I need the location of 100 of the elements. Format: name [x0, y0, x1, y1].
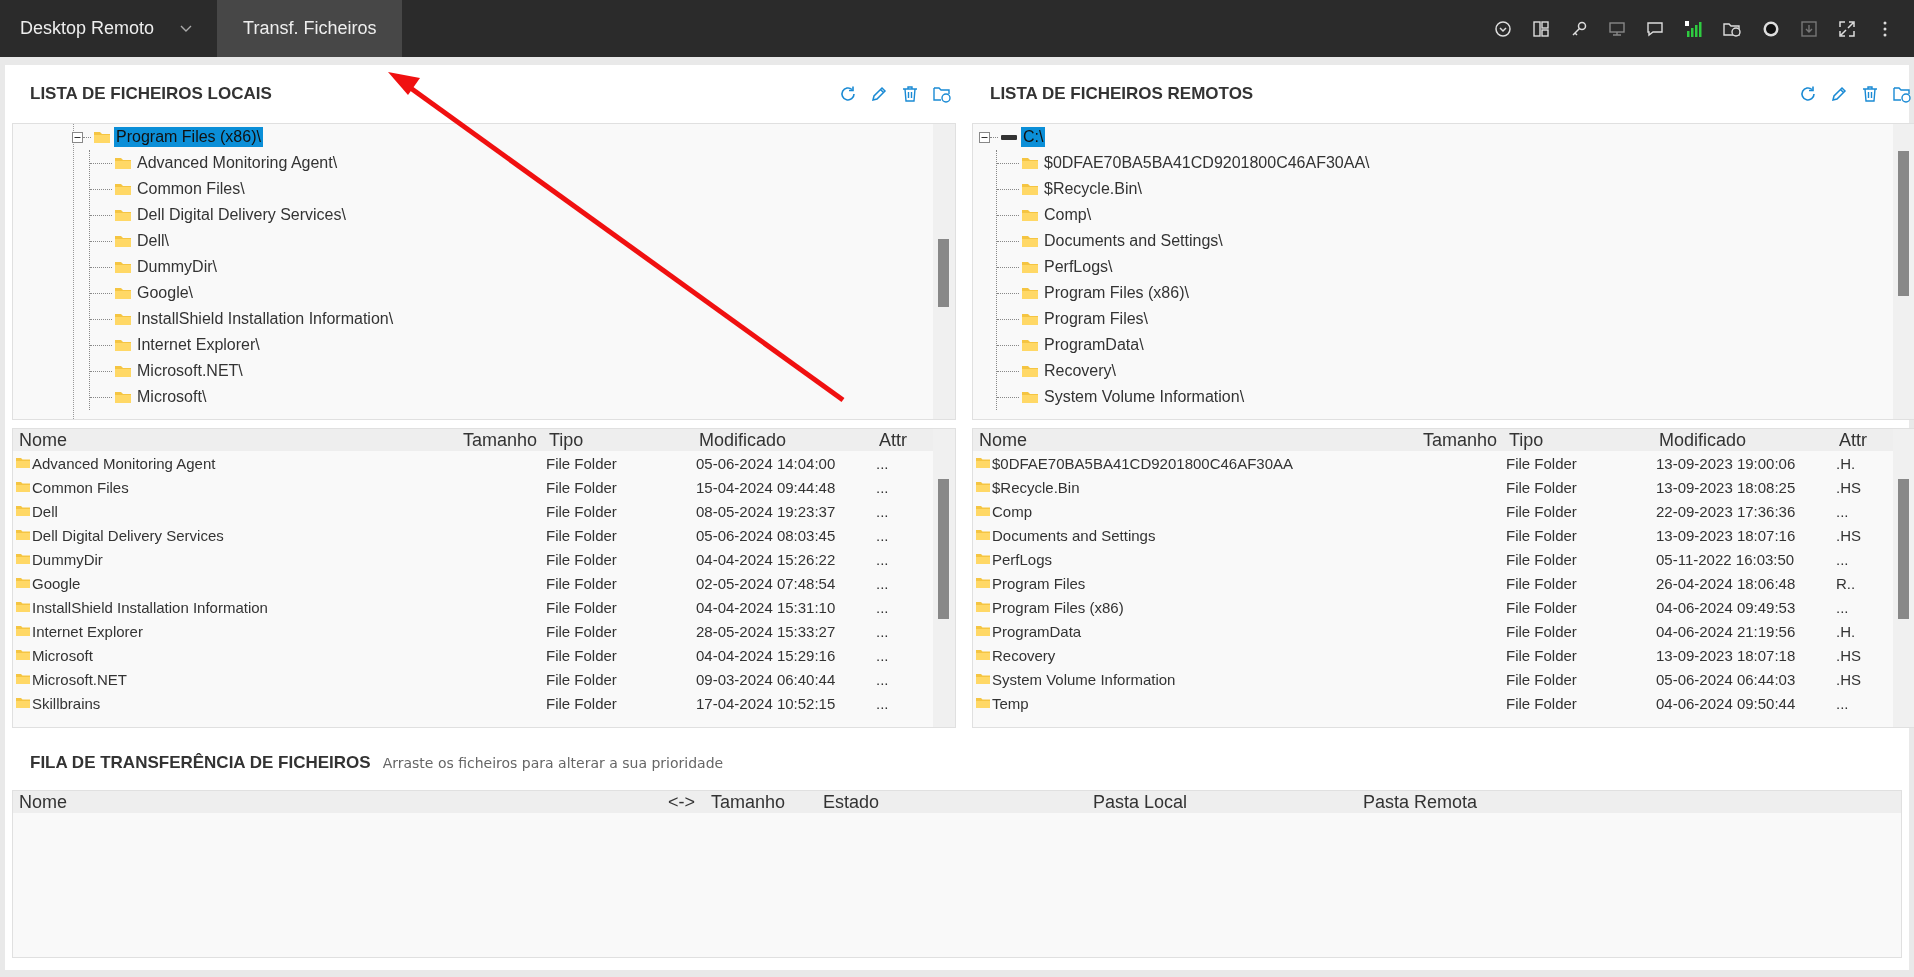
signal-icon[interactable]: [1684, 19, 1702, 38]
column-header[interactable]: Tamanho: [711, 792, 786, 813]
column-header[interactable]: Pasta Remota: [1363, 792, 1478, 813]
file-name: $Recycle.Bin: [992, 478, 1080, 496]
column-header[interactable]: <->: [668, 792, 696, 813]
scrollbar-thumb[interactable]: [1898, 479, 1909, 619]
column-header[interactable]: Modificado: [1653, 430, 1833, 451]
tree-item[interactable]: Dell Digital Delivery Services\: [135, 205, 348, 225]
file-type: File Folder: [1505, 454, 1578, 472]
refresh-icon[interactable]: [839, 85, 857, 103]
tree-item[interactable]: Program Files (x86)\: [114, 127, 263, 147]
refresh-icon[interactable]: [1799, 85, 1817, 103]
tree-item[interactable]: Program Files\: [1042, 309, 1151, 329]
tab[interactable]: Transf. Ficheiros: [217, 0, 403, 57]
tree-item[interactable]: $0DFAE70BA5BA41CD9201800C46AF30AA\: [1042, 153, 1372, 173]
column-header[interactable]: Attr: [1833, 430, 1893, 451]
folder-icon: [93, 130, 111, 144]
tree-item[interactable]: Common Files\: [135, 179, 247, 199]
folder-icon: [1021, 286, 1039, 300]
tree-item[interactable]: Microsoft.NET\: [135, 361, 245, 381]
modified-date: 02-05-2024 07:48:54: [695, 574, 837, 592]
download-icon[interactable]: [1800, 19, 1818, 38]
folder-icon: [976, 673, 990, 685]
edit-icon[interactable]: [870, 85, 888, 103]
scrollbar-thumb[interactable]: [1898, 151, 1909, 296]
tree-item[interactable]: Dell\: [135, 231, 171, 251]
collapse-icon[interactable]: [979, 131, 990, 143]
tree-item[interactable]: Advanced Monitoring Agent\: [135, 153, 340, 173]
key-icon[interactable]: [1570, 19, 1588, 38]
folder-icon: [114, 260, 132, 274]
modified-date: 04-04-2024 15:29:16: [695, 646, 837, 664]
tree-item[interactable]: DummyDir\: [135, 257, 219, 277]
column-header[interactable]: Nome: [973, 430, 1403, 451]
folder-sync-icon[interactable]: [932, 85, 952, 103]
folder-icon: [114, 286, 132, 300]
column-header[interactable]: Tipo: [543, 430, 693, 451]
trash-icon[interactable]: [1861, 85, 1879, 103]
monitor-icon[interactable]: [1608, 19, 1626, 38]
chevron-circle-icon[interactable]: [1494, 19, 1512, 38]
chat-icon[interactable]: [1646, 19, 1664, 38]
column-header[interactable]: Pasta Local: [1093, 792, 1188, 813]
tab[interactable]: Desktop Remoto: [0, 0, 218, 57]
folder-icon: [16, 649, 30, 661]
tree-item[interactable]: Internet Explorer\: [135, 335, 262, 355]
tree-item[interactable]: Microsoft\: [135, 387, 209, 407]
scrollbar-thumb[interactable]: [938, 239, 949, 307]
tree-item[interactable]: InstallShield Installation Information\: [135, 309, 396, 329]
layout-icon[interactable]: [1532, 19, 1550, 38]
file-attributes: .HS: [1835, 478, 1862, 496]
modified-date: 04-04-2024 15:31:10: [695, 598, 837, 616]
scrollbar-thumb[interactable]: [938, 479, 949, 619]
file-attributes: ...: [875, 670, 890, 688]
file-type: File Folder: [1505, 502, 1578, 520]
tree-item[interactable]: Documents and Settings\: [1042, 231, 1225, 251]
file-name: Program Files: [992, 574, 1086, 592]
folder-sync-icon[interactable]: [1892, 85, 1912, 103]
column-header[interactable]: Tamanho: [1403, 430, 1503, 451]
tree-item[interactable]: Program Files (x86)\: [1042, 283, 1191, 303]
edit-icon[interactable]: [1830, 85, 1848, 103]
modified-date: 13-09-2023 18:07:18: [1655, 646, 1797, 664]
file-type: File Folder: [545, 454, 618, 472]
file-type: File Folder: [1505, 670, 1578, 688]
column-header[interactable]: Nome: [19, 792, 67, 813]
tree-item[interactable]: System Volume Information\: [1042, 387, 1247, 407]
column-header[interactable]: Tamanho: [443, 430, 543, 451]
tree-item[interactable]: Google\: [135, 283, 196, 303]
file-name: Program Files (x86): [992, 598, 1124, 616]
column-header[interactable]: Attr: [873, 430, 933, 451]
modified-date: 04-06-2024 09:49:53: [1655, 598, 1797, 616]
column-header[interactable]: Modificado: [693, 430, 873, 451]
column-header[interactable]: Nome: [13, 430, 443, 451]
tree-item[interactable]: PerfLogs\: [1042, 257, 1115, 277]
tree-item[interactable]: Recovery\: [1042, 361, 1119, 381]
trash-icon[interactable]: [901, 85, 919, 103]
folder-icon: [1021, 182, 1039, 196]
tree-item[interactable]: C:\: [1021, 127, 1046, 147]
tree-item[interactable]: ProgramData\: [1042, 335, 1146, 355]
tree-item[interactable]: $Recycle.Bin\: [1042, 179, 1144, 199]
file-type: File Folder: [545, 646, 618, 664]
folder-icon: [1021, 338, 1039, 352]
file-attributes: ...: [875, 502, 890, 520]
column-header[interactable]: Estado: [823, 792, 880, 813]
file-attributes: .HS: [1835, 670, 1862, 688]
modified-date: 05-06-2024 06:44:03: [1655, 670, 1797, 688]
collapse-icon[interactable]: [72, 131, 83, 143]
file-name: InstallShield Installation Information: [32, 598, 268, 616]
fullscreen-icon[interactable]: [1838, 19, 1856, 38]
file-name: Recovery: [992, 646, 1056, 664]
file-type: File Folder: [545, 478, 618, 496]
file-name: Common Files: [32, 478, 129, 496]
folder-icon: [16, 529, 30, 541]
file-type: File Folder: [545, 670, 618, 688]
modified-date: 04-04-2024 15:26:22: [695, 550, 837, 568]
column-header[interactable]: Tipo: [1503, 430, 1653, 451]
folder-icon: [976, 529, 990, 541]
folder-icon: [16, 673, 30, 685]
folder-icon: [114, 234, 132, 248]
tree-item[interactable]: Comp\: [1042, 205, 1094, 225]
record-icon[interactable]: [1762, 19, 1780, 38]
modified-date: 08-05-2024 19:23:37: [695, 502, 837, 520]
